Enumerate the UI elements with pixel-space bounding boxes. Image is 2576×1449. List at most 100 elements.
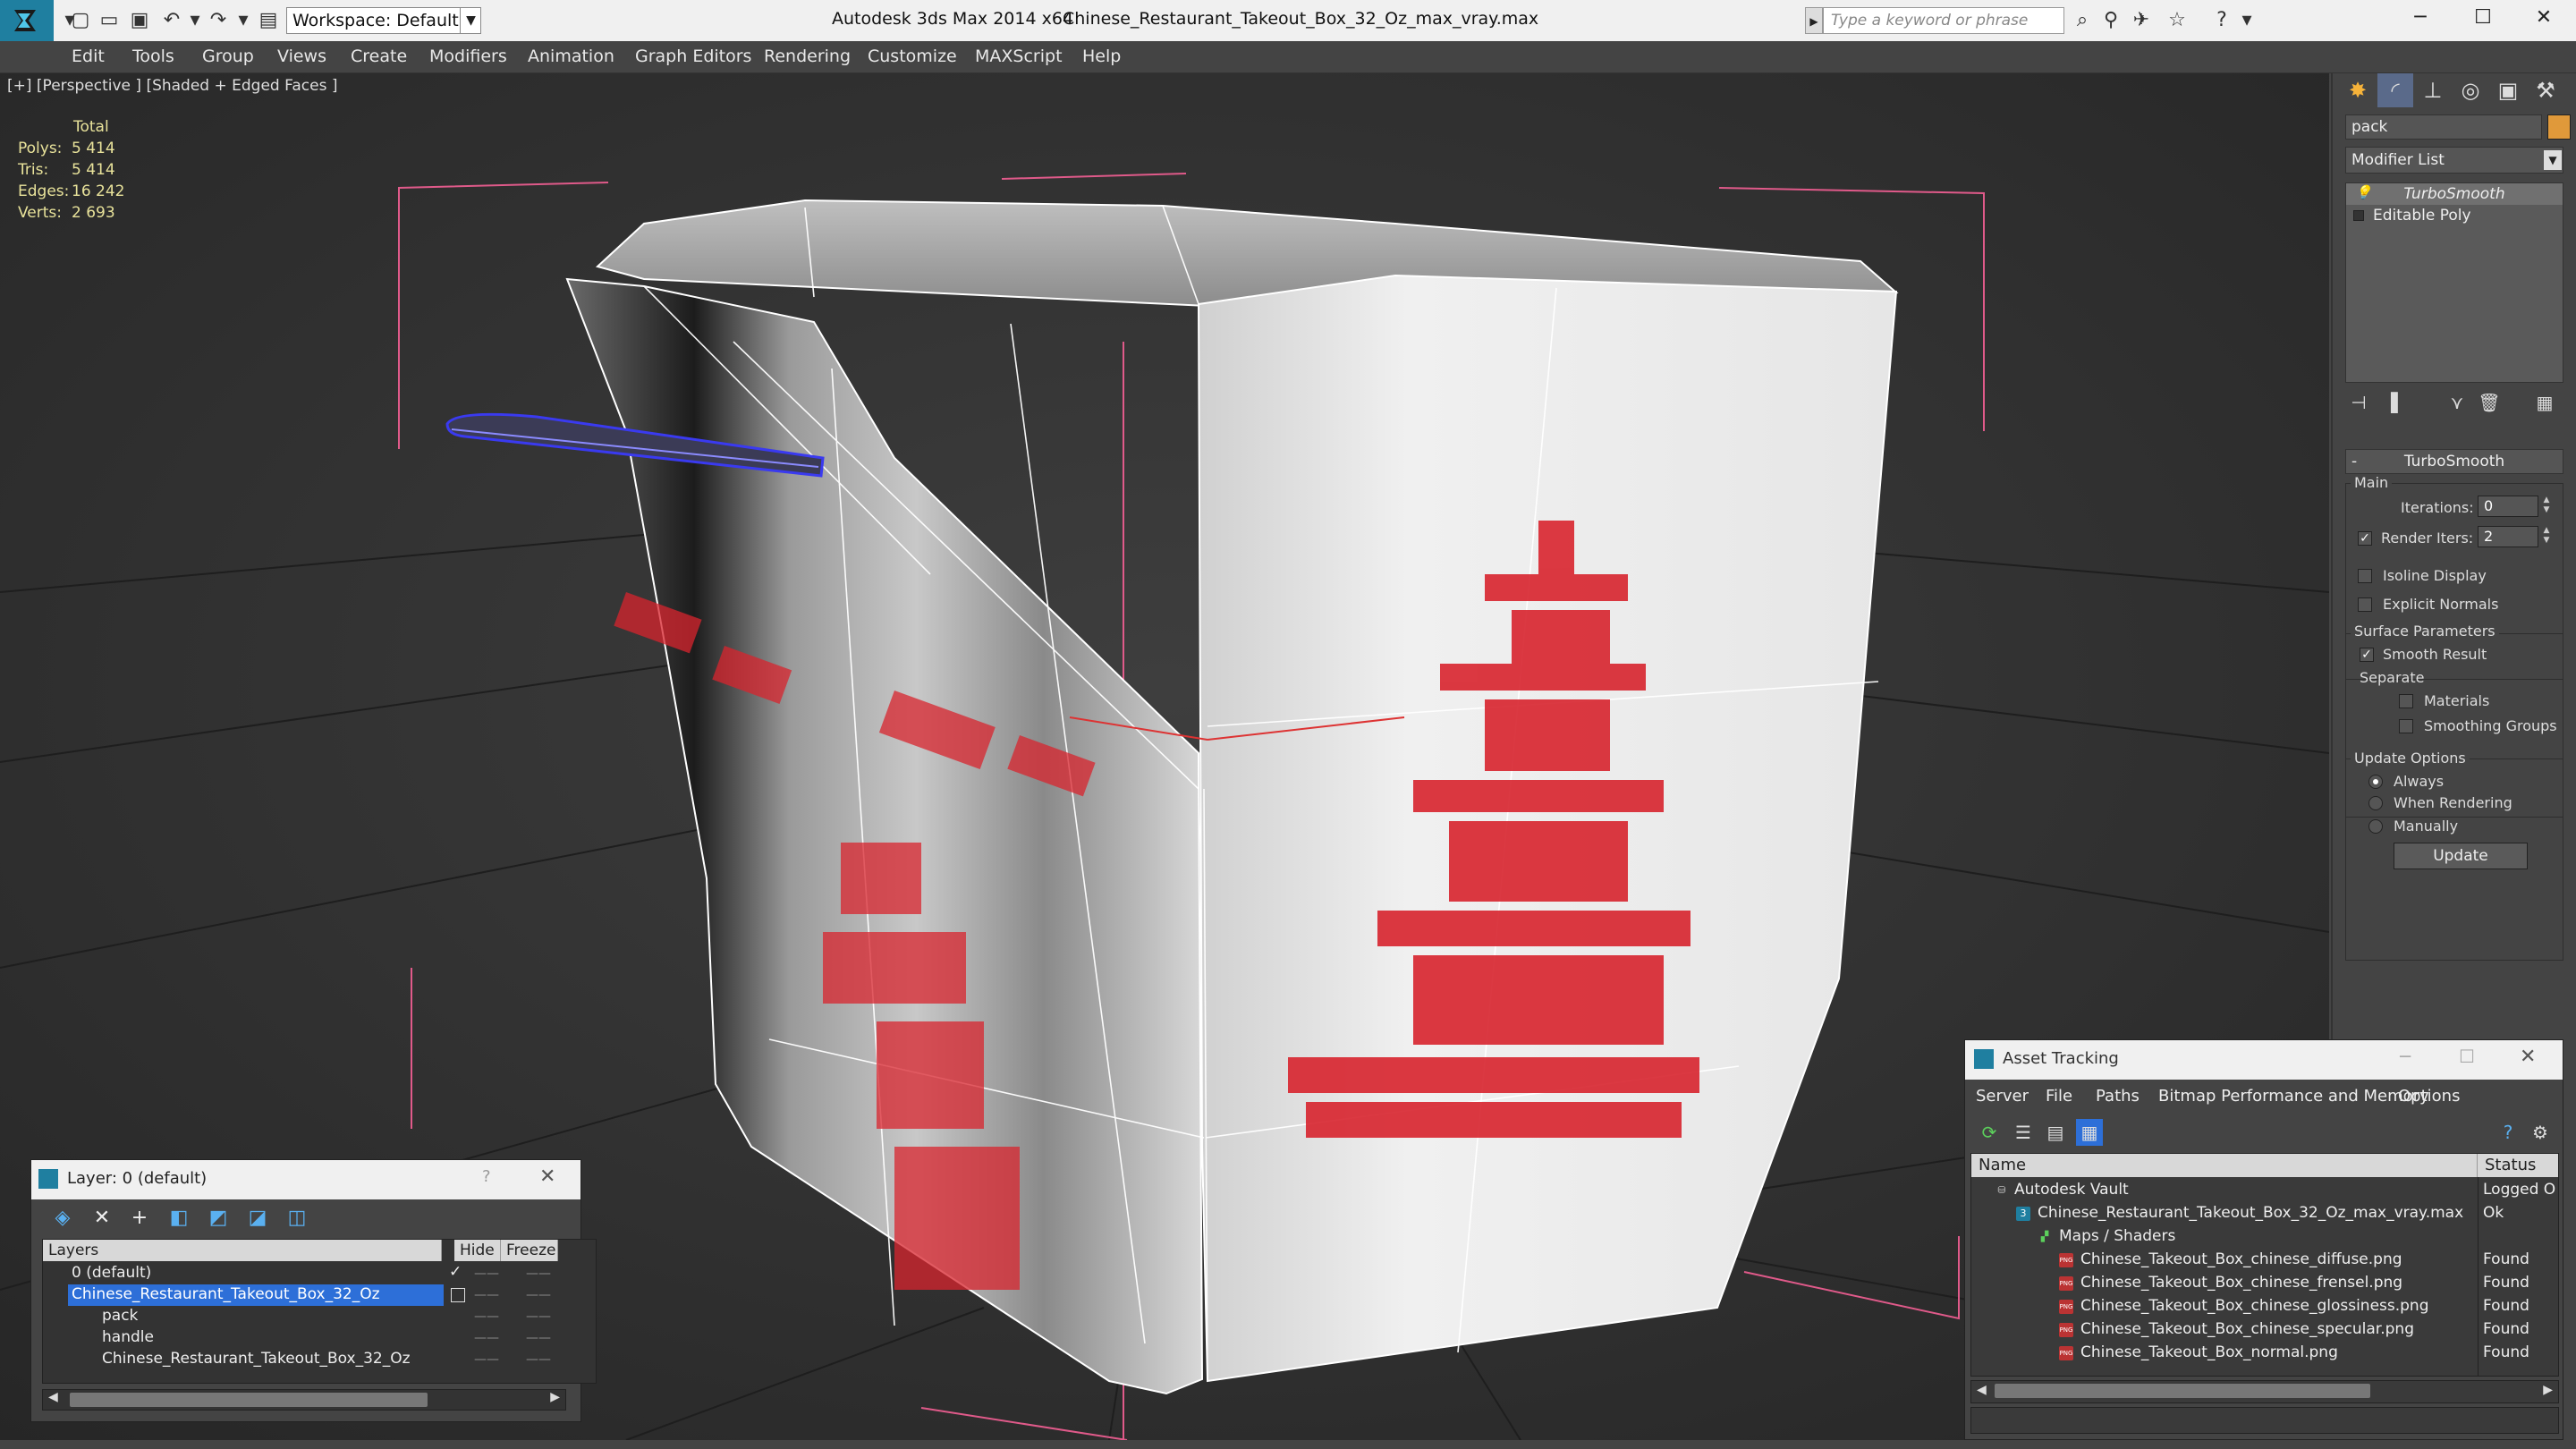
redo-dropdown-icon[interactable]: ▾ — [231, 9, 256, 32]
layer-visibility-icon[interactable]: ◈ — [49, 1205, 76, 1232]
asset-row-specular[interactable]: PNG Chinese_Takeout_Box_chinese_specular… — [1971, 1318, 2558, 1342]
lightbulb-icon[interactable]: 💡 — [2355, 184, 2372, 200]
iterations-spin-arrows[interactable]: ▲ ▼ — [2540, 496, 2553, 517]
layer-close-button[interactable]: ✕ — [539, 1165, 555, 1188]
asset-row-maps-shaders[interactable]: ▞ Maps / Shaders — [1971, 1225, 2558, 1249]
scroll-left-icon[interactable]: ◀ — [48, 1390, 58, 1404]
layer-horizontal-scrollbar[interactable]: ◀ ▶ — [42, 1389, 566, 1411]
menu-graph-editors[interactable]: Graph Editors — [635, 47, 751, 66]
delete-layer-icon[interactable]: ✕ — [89, 1205, 115, 1232]
asset-maximize-button[interactable]: ☐ — [2459, 1046, 2475, 1067]
pin-stack-icon[interactable]: ⊣ — [2345, 392, 2372, 417]
modifier-list-dropdown-icon[interactable]: ▼ — [2544, 150, 2562, 170]
asset-menu-bitmap-performance[interactable]: Bitmap Performance and Memory — [2158, 1087, 2429, 1106]
layer-row-takeout-box-object[interactable]: Chinese_Restaurant_Takeout_Box_32_Oz —— … — [43, 1349, 597, 1370]
add-layer-icon[interactable]: + — [126, 1205, 153, 1232]
manually-radio[interactable] — [2368, 819, 2383, 834]
refresh-icon[interactable]: ⟳ — [1976, 1119, 2003, 1146]
always-radio[interactable] — [2368, 775, 2383, 789]
motion-tab-icon[interactable]: ◎ — [2453, 73, 2488, 107]
layer-window-titlebar[interactable]: Layer: 0 (default) ? ✕ — [31, 1160, 580, 1199]
menu-customize[interactable]: Customize — [868, 47, 957, 66]
search-input[interactable]: Type a keyword or phrase — [1823, 7, 2064, 34]
minimize-button[interactable]: ─ — [2388, 0, 2453, 38]
modifier-list-select[interactable]: Modifier List — [2345, 147, 2563, 174]
configure-sets-icon[interactable]: ▦ — [2531, 392, 2558, 417]
viewport-label[interactable]: [+] [Perspective ] [Shaded + Edged Faces… — [7, 77, 337, 95]
list-view-icon[interactable]: ☰ — [2010, 1119, 2037, 1146]
subscription-icon[interactable]: ⚲ — [2098, 9, 2123, 32]
binoculars-icon[interactable]: ⌕ — [2070, 9, 2095, 32]
isoline-display-checkbox[interactable] — [2358, 569, 2372, 583]
layer-row-pack[interactable]: pack —— —— — [43, 1306, 597, 1327]
asset-menu-file[interactable]: File — [2046, 1087, 2072, 1106]
iterations-spinner[interactable]: 0 — [2478, 496, 2538, 517]
col-freeze[interactable]: Freeze — [501, 1240, 558, 1261]
app-logo[interactable] — [0, 0, 54, 41]
smoothing-groups-checkbox[interactable] — [2399, 719, 2413, 733]
smooth-result-checkbox[interactable]: ✓ — [2360, 648, 2374, 662]
menu-edit[interactable]: Edit — [72, 47, 105, 66]
scroll-thumb[interactable] — [70, 1393, 428, 1407]
project-folder-icon[interactable]: ▤ — [256, 9, 281, 32]
asset-row-normal[interactable]: PNG Chinese_Takeout_Box_normal.png Found — [1971, 1342, 2558, 1365]
workspace-select[interactable]: Workspace: Default — [286, 7, 481, 34]
scroll-thumb[interactable] — [1995, 1384, 2370, 1398]
asset-close-button[interactable]: ✕ — [2520, 1046, 2536, 1068]
asset-window-titlebar[interactable]: Asset Tracking ─ ☐ ✕ — [1965, 1040, 2563, 1080]
explicit-normals-checkbox[interactable] — [2358, 597, 2372, 612]
menu-maxscript[interactable]: MAXScript — [975, 47, 1063, 66]
new-file-icon[interactable]: ▢ — [68, 9, 93, 32]
object-color-swatch[interactable] — [2547, 114, 2571, 140]
search-expand-icon[interactable]: ▶ — [1805, 7, 1823, 34]
update-button[interactable]: Update — [2394, 843, 2528, 869]
select-layer-objects-icon[interactable]: ◧ — [165, 1205, 192, 1232]
asset-menu-paths[interactable]: Paths — [2096, 1087, 2140, 1106]
asset-row-diffuse[interactable]: PNG Chinese_Takeout_Box_chinese_diffuse.… — [1971, 1249, 2558, 1272]
freeze-all-layers-icon[interactable]: ◫ — [284, 1205, 310, 1232]
redo-icon[interactable]: ↷ — [206, 9, 231, 32]
col-layers[interactable]: Layers — [43, 1240, 442, 1261]
create-tab-icon[interactable]: ✸ — [2340, 73, 2376, 107]
turbosmooth-rollout-header[interactable]: - TurboSmooth — [2345, 449, 2563, 474]
asset-minimize-button[interactable]: ─ — [2400, 1046, 2411, 1067]
highlight-layer-icon[interactable]: ◩ — [205, 1205, 232, 1232]
help-dropdown-icon[interactable]: ▾ — [2234, 9, 2259, 32]
layer-row-takeout-box[interactable]: Chinese_Restaurant_Takeout_Box_32_Oz —— … — [43, 1284, 597, 1306]
stack-item-turbosmooth[interactable]: 💡 TurboSmooth — [2346, 183, 2563, 205]
display-tab-icon[interactable]: ▣ — [2490, 73, 2526, 107]
undo-icon[interactable]: ↶ — [159, 9, 184, 32]
show-end-result-icon[interactable]: ▌ — [2385, 392, 2411, 417]
render-iters-checkbox[interactable]: ✓ — [2358, 531, 2372, 546]
when-rendering-radio[interactable] — [2368, 796, 2383, 810]
make-unique-icon[interactable]: ⋎ — [2444, 392, 2470, 417]
menu-rendering[interactable]: Rendering — [764, 47, 851, 66]
table-view-icon[interactable]: ▦ — [2076, 1119, 2103, 1146]
help-icon[interactable]: ? — [2209, 9, 2234, 32]
workspace-dropdown-icon[interactable]: ▼ — [460, 7, 481, 34]
utilities-tab-icon[interactable]: ⚒ — [2528, 73, 2563, 107]
asset-row-max-file[interactable]: 3 Chinese_Restaurant_Takeout_Box_32_Oz_m… — [1971, 1202, 2558, 1225]
asset-menu-server[interactable]: Server — [1976, 1087, 2029, 1106]
active-layer-check-icon[interactable]: ✓ — [449, 1263, 462, 1281]
layer-row-handle[interactable]: handle —— —— — [43, 1327, 597, 1349]
menu-tools[interactable]: Tools — [132, 47, 174, 66]
favorites-star-icon[interactable]: ☆ — [2165, 9, 2190, 32]
asset-row-vault[interactable]: ⛁ Autodesk Vault Logged O — [1971, 1179, 2558, 1202]
layer-help-button[interactable]: ? — [482, 1167, 491, 1186]
asset-settings-icon[interactable]: ⚙ — [2527, 1119, 2554, 1146]
asset-path-field[interactable] — [1970, 1407, 2559, 1434]
expand-plus-icon[interactable] — [2353, 210, 2364, 221]
scroll-right-icon[interactable]: ▶ — [2543, 1383, 2553, 1397]
set-active-box-icon[interactable] — [451, 1288, 465, 1302]
object-name-field[interactable]: pack — [2345, 114, 2542, 140]
asset-help-icon[interactable]: ? — [2495, 1119, 2521, 1146]
stack-item-editable-poly[interactable]: Editable Poly — [2346, 205, 2563, 226]
modify-tab-icon[interactable]: ◜ — [2377, 73, 2413, 107]
asset-row-frensel[interactable]: PNG Chinese_Takeout_Box_chinese_frensel.… — [1971, 1272, 2558, 1295]
open-file-icon[interactable]: ▭ — [97, 9, 122, 32]
save-file-icon[interactable]: ▣ — [127, 9, 152, 32]
render-iters-spinner[interactable]: 2 — [2478, 526, 2538, 547]
col-status[interactable]: Status — [2478, 1154, 2558, 1177]
layer-row-default[interactable]: 0 (default) ✓ —— —— — [43, 1263, 597, 1284]
